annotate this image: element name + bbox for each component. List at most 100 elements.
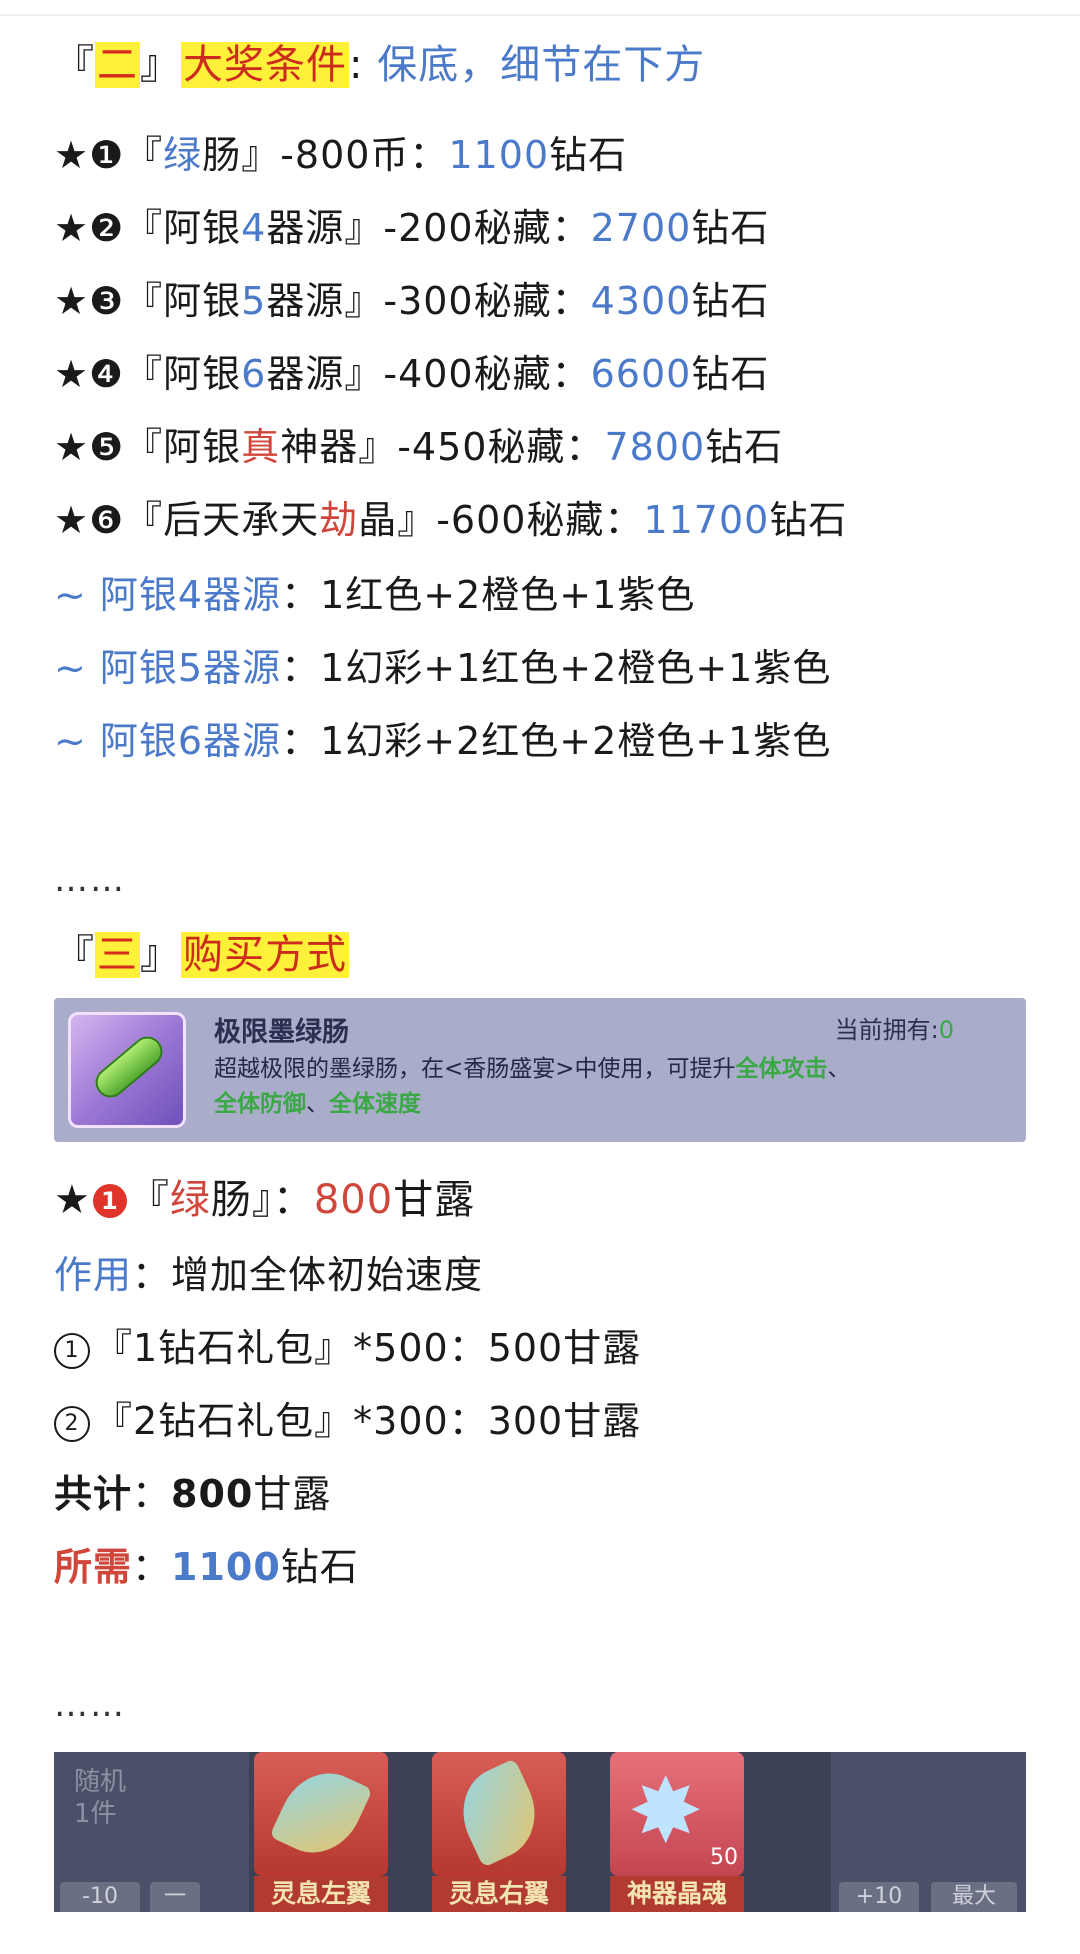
owned-value: 0	[938, 1016, 954, 1044]
colon: :	[349, 42, 364, 88]
star-icon: ★	[54, 1177, 91, 1223]
plus-ten-button[interactable]: +10	[839, 1882, 919, 1912]
reward-cost: 7800	[604, 425, 706, 469]
reward-unit: 钻石	[691, 206, 770, 250]
reward-row: ★❺『阿银真神器』-450秘藏：7800钻石	[54, 422, 783, 472]
reward-strip-screenshot: 随机 1件 -10 一 灵息左翼 灵息右翼 ✸ 50 神器晶魂 +10 最大	[54, 1752, 1026, 1912]
effect-label: 作用	[54, 1253, 133, 1297]
section-2-heading: 『二』大奖条件: 保底，细节在下方	[54, 40, 705, 90]
reward-row: ★❶『绿肠』-800币：1100钻石	[54, 130, 627, 180]
effect-row: 作用：增加全体初始速度	[54, 1250, 483, 1300]
reward-name: 器源』-300秘藏：	[266, 279, 591, 323]
colon: ：	[132, 1472, 172, 1516]
number-badge: ❹	[89, 352, 125, 396]
cucumber-item-icon	[68, 1012, 186, 1128]
number-badge: ❸	[89, 279, 125, 323]
buy-item-row: ★ 1 『绿肠』：800甘露	[54, 1175, 475, 1225]
random-label: 随机 1件	[74, 1766, 126, 1830]
section-number: 三	[95, 932, 140, 978]
reward-prefix: 『阿银	[124, 279, 242, 323]
item-unit: 甘露	[393, 1177, 476, 1223]
wing-icon	[447, 1758, 551, 1868]
desc-text: 超越极限的墨绿肠，在<香肠盛宴>中使用，可提升	[214, 1056, 736, 1082]
source-text: ：1幻彩+1红色+2橙色+1紫色	[281, 646, 832, 690]
pack-text: 『2钻石礼包』*300：300甘露	[94, 1399, 642, 1443]
reward-prefix: 『阿银	[124, 352, 242, 396]
item-title: 极限墨绿肠	[214, 1017, 349, 1048]
total-unit: 甘露	[253, 1472, 332, 1516]
reward-highlight: 真	[241, 425, 281, 469]
item-cost: 800	[313, 1177, 394, 1223]
number-badge: ❻	[89, 498, 125, 542]
reward-cost: 1100	[448, 133, 550, 177]
number-badge: ❷	[89, 206, 125, 250]
wing-icon	[269, 1758, 373, 1868]
top-divider	[0, 14, 1080, 16]
reward-name: 灵息右翼	[432, 1876, 566, 1912]
desc-separator: 、	[827, 1056, 851, 1082]
reward-row: ★❸『阿银5器源』-300秘藏：4300钻石	[54, 276, 769, 326]
item-name: 肠』：	[210, 1177, 314, 1223]
reward-name: 神器』-450秘藏：	[280, 425, 605, 469]
reward-slot[interactable]: 灵息右翼	[432, 1752, 566, 1912]
effect-text: ：增加全体初始速度	[132, 1253, 484, 1297]
star-icon: ★	[54, 498, 90, 542]
reward-name: 器源』-200秘藏：	[266, 206, 591, 250]
reward-cost: 4300	[590, 279, 692, 323]
bracket-close: 』	[140, 42, 181, 88]
strip-left-panel: 随机 1件 -10 一	[54, 1752, 249, 1912]
star-icon: ★	[54, 279, 90, 323]
source-row: ~ 阿银5器源：1幻彩+1红色+2橙色+1紫色	[54, 643, 831, 693]
reward-prefix: 『阿银	[124, 425, 242, 469]
star-icon: ★	[54, 352, 90, 396]
reward-slot[interactable]: 灵息左翼	[254, 1752, 388, 1912]
random-count: 1件	[74, 1799, 117, 1829]
pack-row: 1 『1钻石礼包』*500：500甘露	[54, 1323, 641, 1373]
minus-ten-button[interactable]: -10	[60, 1882, 140, 1912]
reward-highlight: 5	[241, 279, 267, 323]
crystal-icon: ✸	[628, 1759, 704, 1864]
item-card-screenshot: 极限墨绿肠 当前拥有:0 超越极限的墨绿肠，在<香肠盛宴>中使用，可提升全体攻击…	[54, 998, 1026, 1142]
reward-highlight: 劫	[319, 498, 359, 542]
desc-separator: 、	[306, 1091, 329, 1117]
reward-prefix: 『后天承天	[124, 498, 320, 542]
reward-prefix: 『	[124, 133, 164, 177]
reward-unit: 钻石	[705, 425, 784, 469]
reward-unit: 钻石	[691, 352, 770, 396]
desc-stat: 全体速度	[329, 1091, 421, 1117]
reward-name: 肠』-800币：	[202, 133, 449, 177]
pack-text: 『1钻石礼包』*500：500甘露	[94, 1326, 642, 1370]
minus-button[interactable]: 一	[150, 1882, 200, 1912]
item-prefix: 『	[128, 1177, 170, 1223]
reward-row: ★❻『后天承天劫晶』-600秘藏：11700钻石	[54, 495, 847, 545]
bracket-close: 』	[140, 932, 181, 978]
reward-slot[interactable]: ✸ 50 神器晶魂	[610, 1752, 744, 1912]
section-3-heading: 『三』购买方式	[54, 930, 349, 980]
number-badge: ❺	[89, 425, 125, 469]
total-value: 800	[171, 1472, 254, 1516]
item-highlight: 绿	[169, 1177, 211, 1223]
source-text: ：1幻彩+2红色+2橙色+1紫色	[281, 719, 832, 763]
source-row: ~ 阿银4器源：1红色+2橙色+1紫色	[54, 570, 695, 620]
reward-tile	[432, 1752, 566, 1876]
owned-label: 当前拥有:	[834, 1016, 939, 1044]
reward-unit: 钻石	[769, 498, 848, 542]
bracket-open: 『	[54, 932, 95, 978]
total-label: 共计	[54, 1472, 133, 1516]
reward-highlight: 绿	[163, 133, 203, 177]
max-button[interactable]: 最大	[931, 1882, 1017, 1912]
reward-name: 器源』-400秘藏：	[266, 352, 591, 396]
reward-highlight: 4	[241, 206, 267, 250]
source-text: ：1红色+2橙色+1紫色	[281, 573, 696, 617]
reward-row: ★❹『阿银6器源』-400秘藏：6600钻石	[54, 349, 769, 399]
star-icon: ★	[54, 133, 90, 177]
number-badge: ❶	[89, 133, 125, 177]
article-page: 『二』大奖条件: 保底，细节在下方 ★❶『绿肠』-800币：1100钻石 ★❷『…	[0, 0, 1080, 1954]
reward-unit: 钻石	[691, 279, 770, 323]
colon: ：	[132, 1545, 172, 1589]
item-description: 超越极限的墨绿肠，在<香肠盛宴>中使用，可提升全体攻击、 全体防御、全体速度	[214, 1052, 1014, 1122]
reward-highlight: 6	[241, 352, 267, 396]
star-icon: ★	[54, 206, 90, 250]
number-badge: 1	[92, 1184, 127, 1218]
strip-right-panel: +10 最大	[831, 1752, 1026, 1912]
